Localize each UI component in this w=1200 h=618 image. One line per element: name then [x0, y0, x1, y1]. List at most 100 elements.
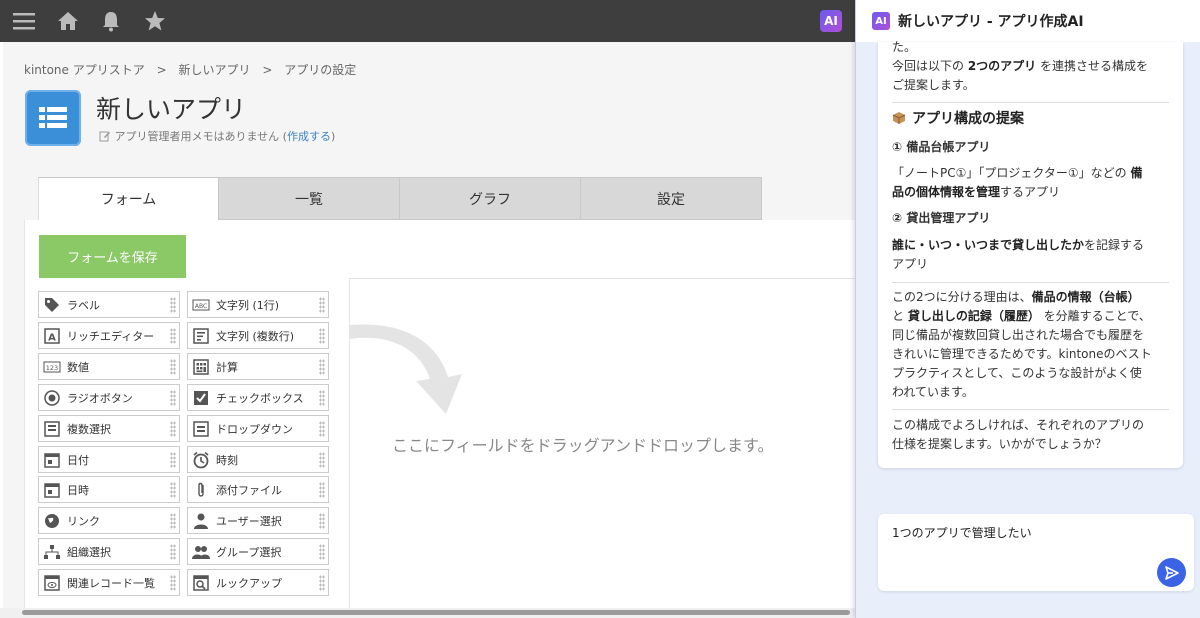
drag-handle-icon[interactable] — [170, 482, 176, 498]
drag-handle-icon[interactable] — [319, 452, 325, 468]
page-title: 新しいアプリ — [96, 95, 247, 124]
palette-field-org[interactable]: 組織選択 — [38, 538, 180, 565]
home-icon[interactable] — [56, 9, 80, 33]
user-icon — [192, 512, 210, 530]
message-line: この構成でよろしければ、それぞれのアプリの — [892, 418, 1145, 432]
palette-field-label: ラジオボタン — [67, 391, 133, 405]
dropdown-icon — [192, 420, 210, 438]
message-line: 同じ備品が複数回貸し出された場合でも履歴を — [892, 328, 1145, 342]
drag-handle-icon[interactable] — [319, 328, 325, 344]
proposal-heading: アプリ構成の提案 — [892, 110, 1024, 129]
svg-text:A: A — [48, 332, 56, 343]
drag-handle-icon[interactable] — [319, 390, 325, 406]
drag-handle-icon[interactable] — [319, 544, 325, 560]
app2-title: ② 貸出管理アプリ — [892, 211, 991, 225]
drag-handle-icon[interactable] — [170, 544, 176, 560]
clock-icon — [192, 451, 210, 469]
palette-field-label: ドロップダウン — [216, 422, 293, 436]
palette-field-rich-editor[interactable]: A リッチエディター — [38, 322, 180, 349]
palette-field-label: 数値 — [67, 360, 89, 374]
settings-tabs: フォーム 一覧 グラフ 設定 — [38, 177, 762, 220]
app1-title: ① 備品台帳アプリ — [892, 140, 991, 154]
palette-field-group[interactable]: グループ選択 — [187, 538, 329, 565]
related-records-icon — [43, 574, 61, 592]
drag-handle-icon[interactable] — [170, 390, 176, 406]
svg-text:123: 123 — [46, 364, 58, 372]
save-form-button[interactable]: フォームを保存 — [39, 235, 186, 278]
palette-field-label: ユーザー選択 — [216, 514, 282, 528]
drag-handle-icon[interactable] — [319, 513, 325, 529]
drag-handle-icon[interactable] — [319, 297, 325, 313]
palette-field-calculator[interactable]: 計算 — [187, 353, 329, 380]
palette-field-dropdown[interactable]: ドロップダウン — [187, 415, 329, 442]
palette-field-clock[interactable]: 時刻 — [187, 446, 329, 473]
palette-field-label: 添付ファイル — [216, 483, 282, 497]
palette-field-user[interactable]: ユーザー選択 — [187, 507, 329, 534]
ai-message-bubble: た。 今回は以下の 2つのアプリ を連携させる構成を ご提案します。 アプリ構成… — [878, 40, 1183, 468]
ai-assistant-button[interactable]: AI — [820, 10, 842, 32]
breadcrumb-separator: > — [262, 63, 273, 77]
palette-field-label: 組織選択 — [67, 545, 111, 559]
breadcrumb-new-app[interactable]: 新しいアプリ — [178, 63, 250, 77]
rich-editor-icon: A — [43, 327, 61, 345]
memo-paren-close: ) — [330, 130, 336, 143]
palette-field-tag[interactable]: ラベル — [38, 291, 180, 318]
top-navigation-bar: AI — [0, 0, 855, 42]
checkbox-icon — [192, 389, 210, 407]
text-area-icon — [192, 327, 210, 345]
tab-graph[interactable]: グラフ — [400, 177, 581, 220]
palette-field-multi-select[interactable]: 複数選択 — [38, 415, 180, 442]
palette-field-label: 時刻 — [216, 453, 238, 467]
drag-handle-icon[interactable] — [170, 359, 176, 375]
chat-input[interactable]: 1つのアプリで管理したい — [878, 514, 1194, 591]
svg-text:ABC: ABC — [195, 303, 207, 310]
palette-field-globe[interactable]: リンク — [38, 507, 180, 534]
palette-field-related-records[interactable]: 関連レコード一覧 — [38, 569, 180, 596]
tab-settings[interactable]: 設定 — [581, 177, 762, 220]
create-memo-link[interactable]: 作成する — [287, 130, 331, 143]
drag-arrow-icon — [350, 324, 462, 414]
drag-handle-icon[interactable] — [170, 328, 176, 344]
palette-field-label: リッチエディター — [67, 329, 155, 343]
palette-field-label: ラベル — [67, 298, 100, 312]
palette-field-datetime[interactable]: 日時 — [38, 476, 180, 503]
drag-handle-icon[interactable] — [319, 421, 325, 437]
palette-field-paperclip[interactable]: 添付ファイル — [187, 476, 329, 503]
drag-handle-icon[interactable] — [170, 452, 176, 468]
number-icon: 123 — [43, 358, 61, 376]
date-icon — [43, 451, 61, 469]
tab-list[interactable]: 一覧 — [219, 177, 400, 220]
calculator-icon — [192, 358, 210, 376]
palette-field-text-area[interactable]: 文字列 (複数行) — [187, 322, 329, 349]
drag-handle-icon[interactable] — [170, 297, 176, 313]
message-line: 誰に・いつ・いつまで貸し出したかを記録する — [892, 238, 1145, 252]
palette-field-number[interactable]: 123 数値 — [38, 353, 180, 380]
menu-icon[interactable] — [12, 9, 36, 33]
palette-field-date[interactable]: 日付 — [38, 446, 180, 473]
palette-field-checkbox[interactable]: チェックボックス — [187, 384, 329, 411]
bell-icon[interactable] — [99, 9, 123, 33]
message-line: きれいに管理できるためです。kintoneのベスト — [892, 347, 1152, 361]
drop-zone-hint: ここにフィールドをドラッグアンドドロップします。 — [392, 436, 774, 455]
send-button[interactable] — [1157, 558, 1186, 587]
multi-select-icon — [43, 420, 61, 438]
palette-field-label: ルックアップ — [216, 576, 282, 590]
drag-handle-icon[interactable] — [319, 359, 325, 375]
breadcrumb-app-store[interactable]: kintone アプリストア — [24, 63, 145, 77]
palette-field-text-line[interactable]: ABC 文字列 (1行) — [187, 291, 329, 318]
paperclip-icon — [192, 481, 210, 499]
app-icon — [25, 90, 81, 146]
drag-handle-icon[interactable] — [170, 421, 176, 437]
tab-form[interactable]: フォーム — [38, 177, 219, 220]
palette-field-radio[interactable]: ラジオボタン — [38, 384, 180, 411]
horizontal-scrollbar[interactable] — [0, 608, 855, 618]
drag-handle-icon[interactable] — [170, 513, 176, 529]
star-icon[interactable] — [143, 9, 167, 33]
palette-field-lookup[interactable]: ルックアップ — [187, 569, 329, 596]
drag-handle-icon[interactable] — [319, 575, 325, 591]
scrollbar-thumb[interactable] — [22, 610, 850, 615]
drag-handle-icon[interactable] — [319, 482, 325, 498]
message-line: 仕様を提案します。いかがでしょうか？ — [892, 437, 1107, 451]
palette-field-label: チェックボックス — [216, 391, 304, 405]
drag-handle-icon[interactable] — [170, 575, 176, 591]
